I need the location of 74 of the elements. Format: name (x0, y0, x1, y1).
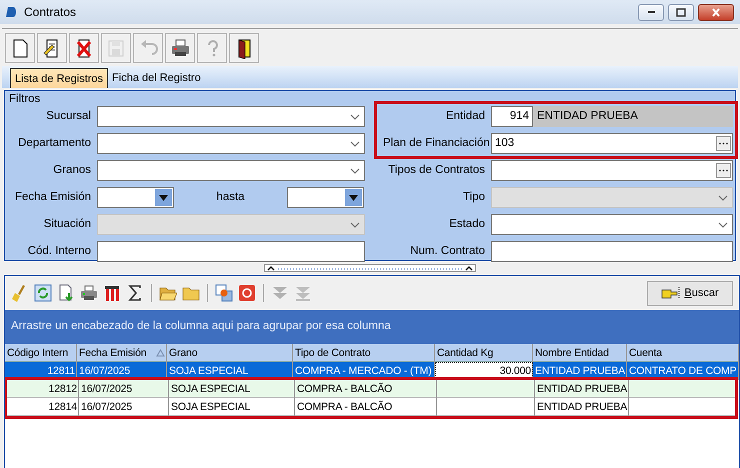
table-cell: COMPRA - BALCÃO (295, 398, 437, 416)
name-field: ENTIDAD PRUEBA (533, 106, 733, 127)
field-label: hasta (215, 190, 246, 205)
delete-document-button[interactable] (69, 33, 99, 63)
caret-down-icon (159, 194, 168, 200)
table-cell: SOJA ESPECIAL (169, 398, 295, 416)
field-label: Fecha Emisión (14, 190, 92, 205)
ellipsis-icon (719, 142, 728, 145)
search-button[interactable]: Buscar (647, 280, 733, 306)
settings-button[interactable] (215, 284, 233, 302)
table-cell: 16/07/2025 (79, 398, 169, 416)
panel-title: Filtros (9, 93, 42, 106)
edit-document-button[interactable] (37, 33, 67, 63)
ellipsis-button[interactable] (716, 136, 731, 151)
maximize-icon (676, 8, 686, 16)
input-field[interactable] (491, 241, 733, 262)
ellipsis-icon (719, 169, 728, 172)
tab[interactable]: Ficha del Registro (108, 68, 205, 88)
printer-icon (169, 37, 191, 59)
ellipsis-button[interactable] (716, 163, 731, 178)
minimize-button[interactable] (638, 4, 664, 20)
printer-button[interactable] (165, 33, 195, 63)
printer-icon (80, 284, 98, 302)
lookup-field[interactable] (491, 160, 733, 181)
double-chevron-down-icon (271, 284, 289, 302)
dropdown[interactable] (97, 133, 365, 154)
field-label: Sucursal (45, 108, 92, 124)
double-chevron-down-icon (294, 284, 312, 302)
sigma-icon (126, 284, 144, 302)
printer-button[interactable] (80, 284, 98, 302)
stop-button[interactable] (238, 284, 256, 302)
export-document-icon (57, 284, 75, 302)
table-cell: ENTIDAD PRUEBA (535, 398, 629, 416)
lookup-field[interactable]: 103 (491, 133, 733, 154)
field-label: Entidad (444, 108, 486, 124)
field-label: Num. Contrato (409, 244, 486, 259)
field-label: Estado (448, 216, 486, 232)
date-field[interactable] (97, 187, 174, 208)
caret-down-icon (349, 194, 358, 200)
app-icon (6, 6, 18, 18)
columns-button[interactable] (103, 284, 121, 302)
date-field[interactable] (287, 187, 364, 208)
pointing-hand-icon (661, 286, 682, 300)
settings-icon (215, 284, 233, 302)
dropdown[interactable] (97, 160, 365, 181)
stop-icon (238, 284, 256, 302)
field-label: Tipos de Contratos (387, 162, 486, 178)
maximize-button[interactable] (668, 4, 694, 20)
group-by-area: Arrastre un encabezado de la columna aqui para agrupar por esa columna (5, 310, 739, 344)
refresh-button[interactable] (34, 284, 52, 302)
dropdown[interactable] (97, 106, 365, 127)
input-field[interactable] (97, 241, 365, 262)
export-document-button[interactable] (57, 284, 75, 302)
sort-ascending-icon (156, 349, 165, 357)
field-label: Situación (42, 216, 92, 232)
field-label: Cód. Interno (26, 244, 92, 259)
field-label: Granos (52, 162, 92, 178)
field-label: Plan de Financiación (383, 136, 491, 151)
window-title: Contratos (24, 4, 78, 21)
close-button[interactable] (698, 4, 734, 20)
field-label: Tipo (462, 190, 486, 205)
code-field[interactable]: 914 (491, 106, 533, 127)
dropdown[interactable] (491, 214, 733, 235)
refresh-icon (34, 284, 52, 302)
columns-icon (103, 284, 121, 302)
close-icon (712, 8, 720, 16)
splitter-handle-icon (264, 264, 476, 272)
table-cell: 12814 (7, 398, 79, 416)
minimize-icon (648, 11, 654, 13)
exit-door-button[interactable] (229, 33, 259, 63)
sigma-button[interactable] (126, 284, 144, 302)
field-label: Departamento (17, 136, 92, 151)
new-document-button[interactable] (5, 33, 35, 63)
tab[interactable]: Lista de Registros (10, 68, 108, 88)
